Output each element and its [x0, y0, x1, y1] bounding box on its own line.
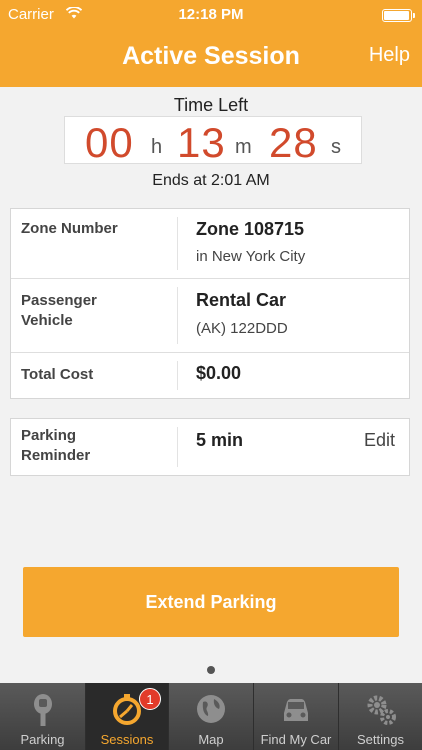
time-left-heading: Time Left [173, 95, 249, 115]
reminder-label: Parking Reminder [21, 426, 90, 466]
tab-bar: Parking 1 Sessions Map Find My Car Setti… [0, 683, 422, 750]
timer-hours-unit: h [151, 136, 163, 158]
tab-parking[interactable]: Parking [0, 683, 85, 750]
timer-seconds: 28 [269, 119, 318, 166]
tab-settings[interactable]: Settings [339, 683, 422, 750]
gears-icon [365, 693, 397, 727]
help-button[interactable]: Help [369, 44, 410, 67]
tab-map[interactable]: Map [169, 683, 253, 750]
zone-value: Zone 108715 [196, 219, 305, 239]
timer-hours: 00 [85, 119, 134, 166]
car-icon [280, 693, 312, 727]
row-divider [177, 217, 178, 270]
parking-meter-icon [27, 693, 59, 727]
countdown-timer: 00 h 13 m 28 s [64, 116, 362, 166]
tab-sessions-label: Sessions [100, 732, 154, 747]
zone-city: in New York City [196, 248, 306, 265]
page-title: Active Session [122, 42, 300, 70]
edit-reminder-button[interactable]: Edit [364, 430, 395, 451]
timer-minutes: 13 [177, 119, 226, 166]
tab-find-my-car-label: Find My Car [260, 732, 332, 747]
row-divider [177, 427, 178, 467]
tab-sessions[interactable]: 1 Sessions [86, 683, 168, 750]
header-bar: Carrier 12:18 PM Active Session Help [0, 0, 422, 87]
vehicle-plate: (AK) 122DDD [196, 320, 288, 337]
total-cost-row: Total Cost $0.00 [11, 353, 409, 398]
vehicle-row: Passenger Vehicle Rental Car (AK) 122DDD [11, 279, 409, 353]
row-divider [177, 361, 178, 390]
vehicle-label-line2: Vehicle [21, 312, 73, 329]
extend-parking-button[interactable]: Extend Parking [23, 567, 399, 637]
page-indicator-dot [207, 666, 215, 674]
ends-at-text: Ends at 2:01 AM [152, 172, 270, 189]
total-cost-label: Total Cost [21, 366, 94, 383]
tab-parking-label: Parking [20, 732, 65, 747]
vehicle-value: Rental Car [196, 290, 287, 310]
timer-minutes-unit: m [235, 136, 252, 158]
tab-map-label: Map [198, 732, 224, 747]
status-time: 12:18 PM [178, 6, 244, 23]
status-bar: Carrier 12:18 PM [0, 0, 422, 30]
sessions-badge: 1 [139, 688, 161, 710]
timer-seconds-unit: s [331, 136, 341, 158]
zone-label: Zone Number [21, 220, 118, 237]
battery-icon [382, 9, 415, 22]
reminder-label-line2: Reminder [21, 447, 91, 464]
reminder-label-line1: Parking [21, 427, 77, 444]
globe-icon [195, 693, 227, 727]
session-details-card: Zone Number Zone 108715 in New York City… [10, 208, 410, 399]
tab-settings-label: Settings [357, 732, 404, 747]
tab-find-my-car[interactable]: Find My Car [254, 683, 338, 750]
reminder-row[interactable]: Parking Reminder 5 min Edit [11, 419, 409, 475]
row-divider [177, 287, 178, 344]
zone-row: Zone Number Zone 108715 in New York City [11, 209, 409, 279]
reminder-value: 5 min [196, 430, 244, 450]
vehicle-label: Passenger Vehicle [21, 291, 97, 331]
vehicle-label-line1: Passenger [21, 292, 97, 309]
total-cost-value: $0.00 [196, 363, 242, 383]
reminder-card[interactable]: Parking Reminder 5 min Edit [10, 418, 410, 476]
